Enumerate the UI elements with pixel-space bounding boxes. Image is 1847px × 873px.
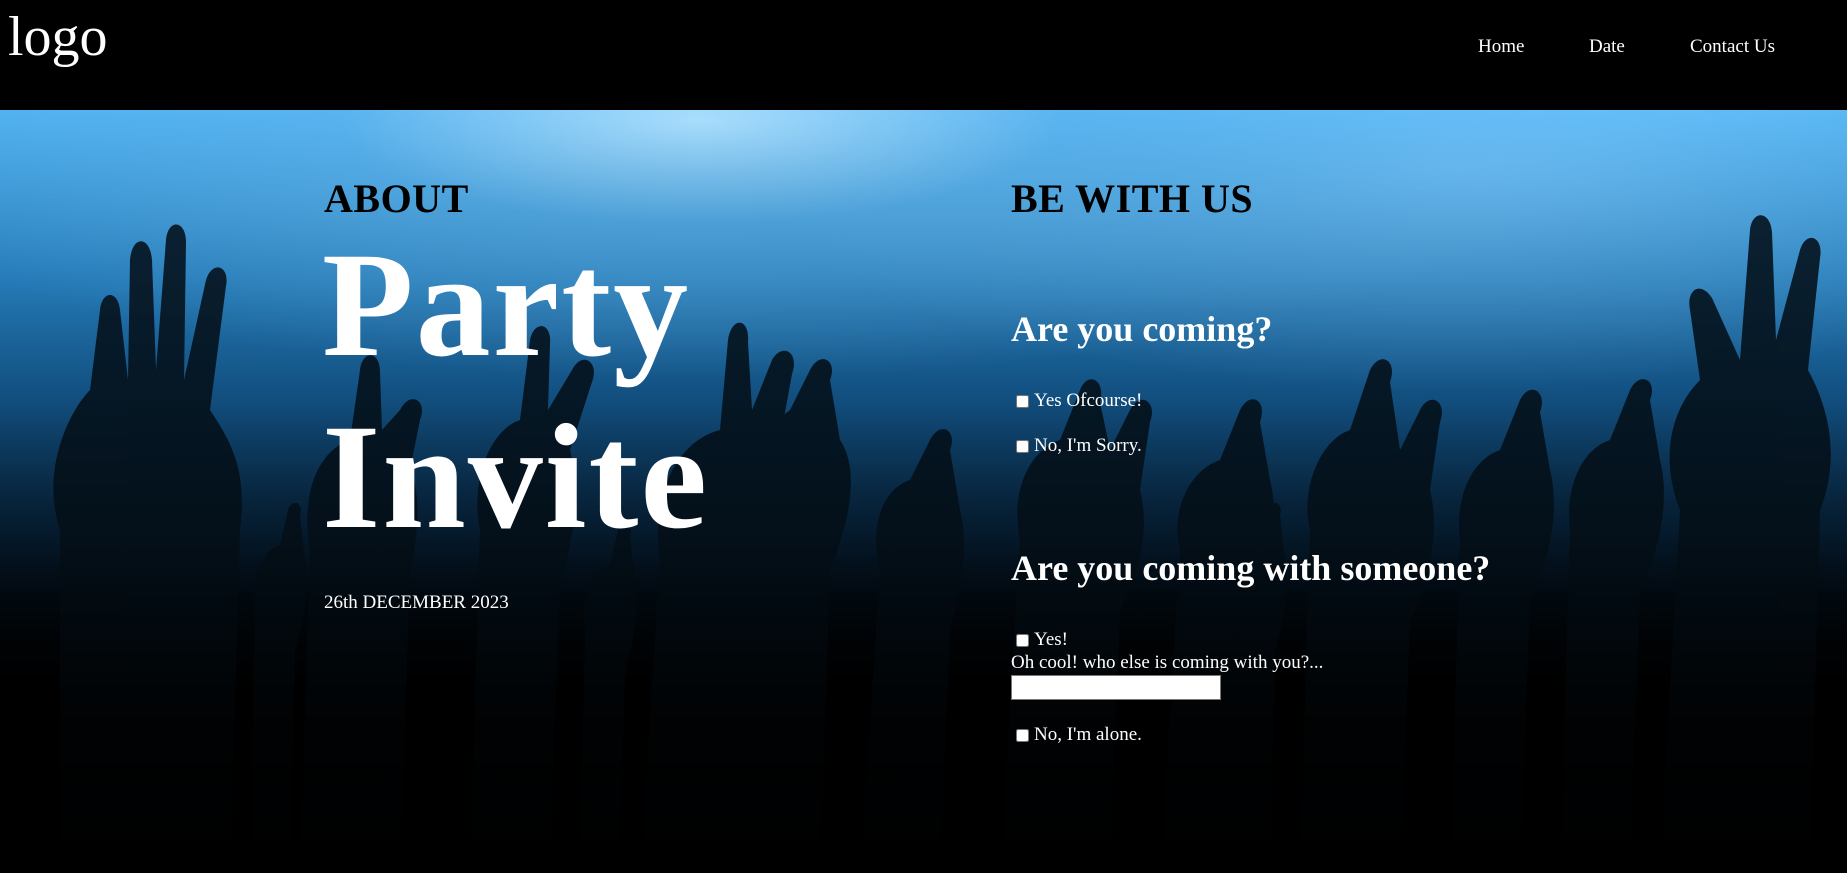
- question-coming: Are you coming?: [1011, 309, 1273, 349]
- nav-home-link[interactable]: Home: [1478, 36, 1524, 58]
- option-yes-ofcourse[interactable]: Yes Ofcourse!: [1016, 390, 1142, 412]
- crowd-silhouette-image: [0, 110, 1847, 873]
- companion-prompt: Oh cool! who else is coming with you?...: [1011, 652, 1324, 673]
- navbar: logo Home Date Contact Us: [0, 0, 1847, 110]
- be-with-us-heading: BE WITH US: [1011, 176, 1254, 221]
- invite-title: Invite: [322, 394, 709, 560]
- option-yes[interactable]: Yes!: [1016, 629, 1068, 651]
- event-date: 26th DECEMBER 2023: [324, 592, 509, 613]
- yes-ofcourse-checkbox[interactable]: [1016, 394, 1029, 408]
- no-sorry-checkbox[interactable]: [1016, 439, 1029, 453]
- question-coming-with-someone: Are you coming with someone?: [1011, 548, 1491, 588]
- companion-input[interactable]: [1011, 675, 1221, 700]
- nav-contact-link[interactable]: Contact Us: [1690, 36, 1775, 58]
- option-no-alone[interactable]: No, I'm alone.: [1016, 724, 1142, 746]
- logo[interactable]: logo: [8, 4, 108, 70]
- hero-section: ABOUT Party Invite 26th DECEMBER 2023 BE…: [0, 110, 1847, 873]
- yes-checkbox[interactable]: [1016, 633, 1029, 647]
- nav-date-link[interactable]: Date: [1589, 36, 1625, 58]
- about-heading: ABOUT: [324, 176, 469, 221]
- no-alone-label: No, I'm alone.: [1034, 724, 1142, 745]
- no-sorry-label: No, I'm Sorry.: [1034, 435, 1142, 456]
- option-no-sorry[interactable]: No, I'm Sorry.: [1016, 435, 1142, 457]
- yes-label: Yes!: [1034, 629, 1068, 650]
- no-alone-checkbox[interactable]: [1016, 728, 1029, 742]
- party-title: Party: [322, 222, 691, 388]
- yes-ofcourse-label: Yes Ofcourse!: [1034, 390, 1143, 411]
